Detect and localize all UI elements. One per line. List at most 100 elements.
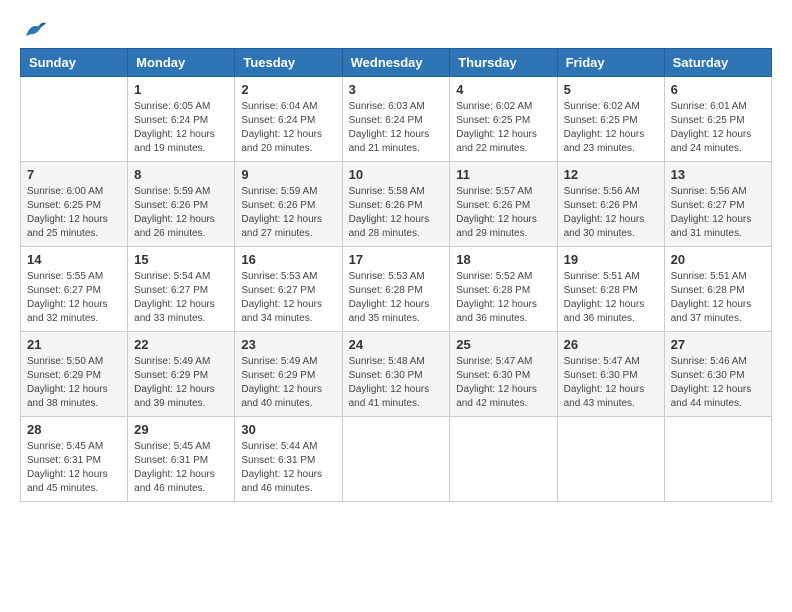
calendar-cell <box>664 417 771 502</box>
page-header <box>20 20 772 40</box>
day-number: 15 <box>134 252 228 267</box>
calendar-cell: 1Sunrise: 6:05 AM Sunset: 6:24 PM Daylig… <box>128 77 235 162</box>
calendar-cell: 6Sunrise: 6:01 AM Sunset: 6:25 PM Daylig… <box>664 77 771 162</box>
calendar-cell: 23 Sunrise: 5:49 AM Sunset: 6:29 PM Dayli… <box>235 332 342 417</box>
calendar-cell: 4 Sunrise: 6:02 AM Sunset: 6:25 PM Daylig… <box>450 77 557 162</box>
calendar-cell: 30 Sunrise: 5:44 AM Sunset: 6:31 PM Dayli… <box>235 417 342 502</box>
calendar-header-row: SundayMondayTuesdayWednesdayThursdayFrid… <box>21 49 772 77</box>
day-number: 30 <box>241 422 335 437</box>
day-number: 21 <box>27 337 121 352</box>
calendar-cell: 13 Sunrise: 5:56 AM Sunset: 6:27 PM Dayli… <box>664 162 771 247</box>
day-info: Sunrise: 6:05 AM Sunset: 6:24 PM Dayligh… <box>134 100 228 156</box>
day-info: Sunrise: 5:47 AM Sunset: 6:30 PM Dayligh… <box>456 355 550 411</box>
day-number: 14 <box>27 252 121 267</box>
calendar-cell: 21 Sunrise: 5:50 AM Sunset: 6:29 PM Dayli… <box>21 332 128 417</box>
day-header-wednesday: Wednesday <box>342 49 450 77</box>
day-info: Sunrise: 5:52 AM Sunset: 6:28 PM Dayligh… <box>456 270 550 326</box>
calendar-cell: 18 Sunrise: 5:52 AM Sunset: 6:28 PM Dayli… <box>450 247 557 332</box>
calendar-cell <box>557 417 664 502</box>
calendar-week-row: 14Sunrise: 5:55 AM Sunset: 6:27 PM Dayli… <box>21 247 772 332</box>
day-number: 4 <box>456 82 550 97</box>
day-info: Sunrise: 5:50 AM Sunset: 6:29 PM Dayligh… <box>27 355 121 411</box>
day-number: 12 <box>564 167 658 182</box>
day-info: Sunrise: 5:44 AM Sunset: 6:31 PM Dayligh… <box>241 440 335 496</box>
day-info: Sunrise: 5:51 AM Sunset: 6:28 PM Dayligh… <box>564 270 658 326</box>
day-info: Sunrise: 5:49 AM Sunset: 6:29 PM Dayligh… <box>241 355 335 411</box>
day-number: 7 <box>27 167 121 182</box>
day-number: 25 <box>456 337 550 352</box>
day-number: 23 <box>241 337 335 352</box>
calendar-cell: 25 Sunrise: 5:47 AM Sunset: 6:30 PM Dayli… <box>450 332 557 417</box>
calendar-cell: 28 Sunrise: 5:45 AM Sunset: 6:31 PM Dayli… <box>21 417 128 502</box>
day-info: Sunrise: 5:59 AM Sunset: 6:26 PM Dayligh… <box>134 185 228 241</box>
day-number: 3 <box>349 82 444 97</box>
day-info: Sunrise: 5:56 AM Sunset: 6:27 PM Dayligh… <box>671 185 765 241</box>
day-info: Sunrise: 6:04 AM Sunset: 6:24 PM Dayligh… <box>241 100 335 156</box>
calendar-cell: 14Sunrise: 5:55 AM Sunset: 6:27 PM Dayli… <box>21 247 128 332</box>
calendar-cell: 12 Sunrise: 5:56 AM Sunset: 6:26 PM Dayli… <box>557 162 664 247</box>
calendar-week-row: 1Sunrise: 6:05 AM Sunset: 6:24 PM Daylig… <box>21 77 772 162</box>
calendar-cell: 26 Sunrise: 5:47 AM Sunset: 6:30 PM Dayli… <box>557 332 664 417</box>
day-header-thursday: Thursday <box>450 49 557 77</box>
day-info: Sunrise: 5:47 AM Sunset: 6:30 PM Dayligh… <box>564 355 658 411</box>
day-number: 8 <box>134 167 228 182</box>
day-number: 16 <box>241 252 335 267</box>
calendar-week-row: 7 Sunrise: 6:00 AM Sunset: 6:25 PM Daylig… <box>21 162 772 247</box>
day-header-tuesday: Tuesday <box>235 49 342 77</box>
calendar-cell: 20 Sunrise: 5:51 AM Sunset: 6:28 PM Dayli… <box>664 247 771 332</box>
calendar-cell: 10 Sunrise: 5:58 AM Sunset: 6:26 PM Dayli… <box>342 162 450 247</box>
day-info: Sunrise: 6:03 AM Sunset: 6:24 PM Dayligh… <box>349 100 444 156</box>
day-info: Sunrise: 5:48 AM Sunset: 6:30 PM Dayligh… <box>349 355 444 411</box>
day-header-monday: Monday <box>128 49 235 77</box>
day-info: Sunrise: 5:59 AM Sunset: 6:26 PM Dayligh… <box>241 185 335 241</box>
day-info: Sunrise: 5:46 AM Sunset: 6:30 PM Dayligh… <box>671 355 765 411</box>
day-number: 20 <box>671 252 765 267</box>
calendar-cell: 2Sunrise: 6:04 AM Sunset: 6:24 PM Daylig… <box>235 77 342 162</box>
day-number: 11 <box>456 167 550 182</box>
day-info: Sunrise: 5:49 AM Sunset: 6:29 PM Dayligh… <box>134 355 228 411</box>
calendar-cell: 27 Sunrise: 5:46 AM Sunset: 6:30 PM Dayli… <box>664 332 771 417</box>
day-info: Sunrise: 5:57 AM Sunset: 6:26 PM Dayligh… <box>456 185 550 241</box>
day-number: 9 <box>241 167 335 182</box>
day-info: Sunrise: 6:02 AM Sunset: 6:25 PM Dayligh… <box>564 100 658 156</box>
calendar-week-row: 28 Sunrise: 5:45 AM Sunset: 6:31 PM Dayli… <box>21 417 772 502</box>
logo <box>20 20 46 40</box>
day-number: 27 <box>671 337 765 352</box>
calendar-cell: 8 Sunrise: 5:59 AM Sunset: 6:26 PM Daylig… <box>128 162 235 247</box>
calendar-cell: 5Sunrise: 6:02 AM Sunset: 6:25 PM Daylig… <box>557 77 664 162</box>
day-number: 28 <box>27 422 121 437</box>
calendar-week-row: 21 Sunrise: 5:50 AM Sunset: 6:29 PM Dayli… <box>21 332 772 417</box>
day-number: 17 <box>349 252 444 267</box>
day-info: Sunrise: 6:01 AM Sunset: 6:25 PM Dayligh… <box>671 100 765 156</box>
day-info: Sunrise: 6:00 AM Sunset: 6:25 PM Dayligh… <box>27 185 121 241</box>
day-header-saturday: Saturday <box>664 49 771 77</box>
day-info: Sunrise: 5:45 AM Sunset: 6:31 PM Dayligh… <box>27 440 121 496</box>
calendar-cell: 7 Sunrise: 6:00 AM Sunset: 6:25 PM Daylig… <box>21 162 128 247</box>
day-info: Sunrise: 5:56 AM Sunset: 6:26 PM Dayligh… <box>564 185 658 241</box>
day-info: Sunrise: 5:53 AM Sunset: 6:27 PM Dayligh… <box>241 270 335 326</box>
day-info: Sunrise: 5:54 AM Sunset: 6:27 PM Dayligh… <box>134 270 228 326</box>
day-number: 24 <box>349 337 444 352</box>
calendar-cell: 16 Sunrise: 5:53 AM Sunset: 6:27 PM Dayli… <box>235 247 342 332</box>
day-number: 10 <box>349 167 444 182</box>
calendar-cell: 17 Sunrise: 5:53 AM Sunset: 6:28 PM Dayli… <box>342 247 450 332</box>
day-info: Sunrise: 5:51 AM Sunset: 6:28 PM Dayligh… <box>671 270 765 326</box>
calendar-table: SundayMondayTuesdayWednesdayThursdayFrid… <box>20 48 772 502</box>
day-number: 18 <box>456 252 550 267</box>
calendar-cell: 3 Sunrise: 6:03 AM Sunset: 6:24 PM Daylig… <box>342 77 450 162</box>
calendar-cell <box>21 77 128 162</box>
day-info: Sunrise: 6:02 AM Sunset: 6:25 PM Dayligh… <box>456 100 550 156</box>
calendar-cell: 19Sunrise: 5:51 AM Sunset: 6:28 PM Dayli… <box>557 247 664 332</box>
calendar-cell <box>342 417 450 502</box>
day-number: 13 <box>671 167 765 182</box>
day-number: 29 <box>134 422 228 437</box>
calendar-cell <box>450 417 557 502</box>
day-header-sunday: Sunday <box>21 49 128 77</box>
logo-bird-icon <box>22 20 46 40</box>
day-number: 26 <box>564 337 658 352</box>
calendar-cell: 22Sunrise: 5:49 AM Sunset: 6:29 PM Dayli… <box>128 332 235 417</box>
calendar-cell: 11 Sunrise: 5:57 AM Sunset: 6:26 PM Dayli… <box>450 162 557 247</box>
day-header-friday: Friday <box>557 49 664 77</box>
day-info: Sunrise: 5:53 AM Sunset: 6:28 PM Dayligh… <box>349 270 444 326</box>
day-info: Sunrise: 5:58 AM Sunset: 6:26 PM Dayligh… <box>349 185 444 241</box>
